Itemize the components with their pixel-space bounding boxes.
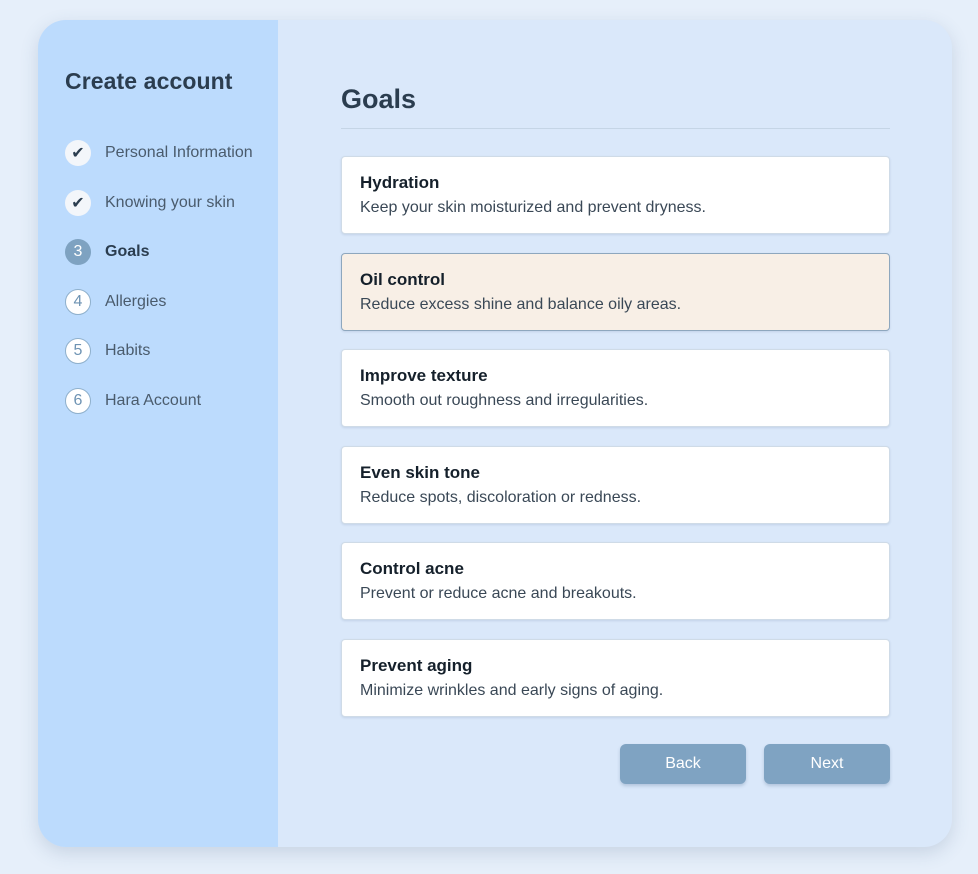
step-hara-account[interactable]: 6 Hara Account: [65, 387, 278, 415]
next-button[interactable]: Next: [764, 744, 890, 784]
goal-option-improve-texture[interactable]: Improve texture Smooth out roughness and…: [341, 349, 890, 428]
goal-title: Improve texture: [360, 366, 488, 386]
goal-description: Keep your skin moisturized and prevent d…: [360, 199, 706, 216]
step-personal-information[interactable]: ✔ Personal Information: [65, 139, 278, 167]
goal-list: Hydration Keep your skin moisturized and…: [341, 156, 890, 717]
title-divider: [341, 128, 890, 129]
goal-title: Oil control: [360, 269, 445, 289]
goal-option-control-acne[interactable]: Control acne Prevent or reduce acne and …: [341, 542, 890, 621]
nav-buttons: Back Next: [620, 744, 890, 784]
page-title: Goals: [341, 84, 417, 114]
steps-sidebar: Create account ✔ Personal Information ✔ …: [38, 20, 278, 847]
step-goals[interactable]: 3 Goals: [65, 238, 278, 266]
goal-option-hydration[interactable]: Hydration Keep your skin moisturized and…: [341, 156, 890, 234]
goal-title: Prevent aging: [360, 655, 473, 675]
step-number: 5: [65, 338, 91, 365]
goal-description: Smooth out roughness and irregularities.: [360, 392, 649, 410]
goal-option-oil-control[interactable]: Oil control Reduce excess shine and bala…: [341, 252, 890, 331]
signup-card: Create account ✔ Personal Information ✔ …: [38, 20, 952, 847]
goal-description: Reduce spots, discoloration or redness.: [360, 488, 642, 506]
goal-description: Minimize wrinkles and early signs of agi…: [360, 681, 664, 699]
step-habits[interactable]: 5 Habits: [65, 337, 278, 365]
step-number: 6: [65, 387, 91, 414]
step-label: Goals: [105, 243, 150, 261]
goal-description: Prevent or reduce acne and breakouts.: [360, 585, 637, 603]
step-label: Hara Account: [105, 391, 202, 409]
back-button[interactable]: Back: [620, 744, 746, 784]
goal-description: Reduce excess shine and balance oily are…: [360, 295, 682, 313]
goal-option-prevent-aging[interactable]: Prevent aging Minimize wrinkles and earl…: [341, 638, 890, 717]
goal-option-even-skin-tone[interactable]: Even skin tone Reduce spots, discolorati…: [341, 445, 890, 524]
step-label: Allergies: [105, 292, 167, 310]
step-number: 3: [65, 239, 91, 266]
checkmark-icon: ✔: [65, 140, 91, 166]
main-panel: Goals Hydration Keep your skin moisturiz…: [278, 20, 952, 847]
goal-title: Hydration: [360, 173, 440, 192]
step-allergies[interactable]: 4 Allergies: [65, 288, 278, 316]
step-knowing-your-skin[interactable]: ✔ Knowing your skin: [65, 189, 278, 217]
checkmark-icon: ✔: [65, 189, 91, 216]
sidebar-title: Create account: [65, 68, 233, 94]
goal-title: Control acne: [360, 559, 464, 579]
step-list: ✔ Personal Information ✔ Knowing your sk…: [65, 139, 278, 415]
step-label: Habits: [105, 342, 151, 360]
step-label: Personal Information: [105, 144, 253, 161]
goal-title: Even skin tone: [360, 462, 480, 482]
step-label: Knowing your skin: [105, 193, 235, 211]
step-number: 4: [65, 288, 91, 315]
